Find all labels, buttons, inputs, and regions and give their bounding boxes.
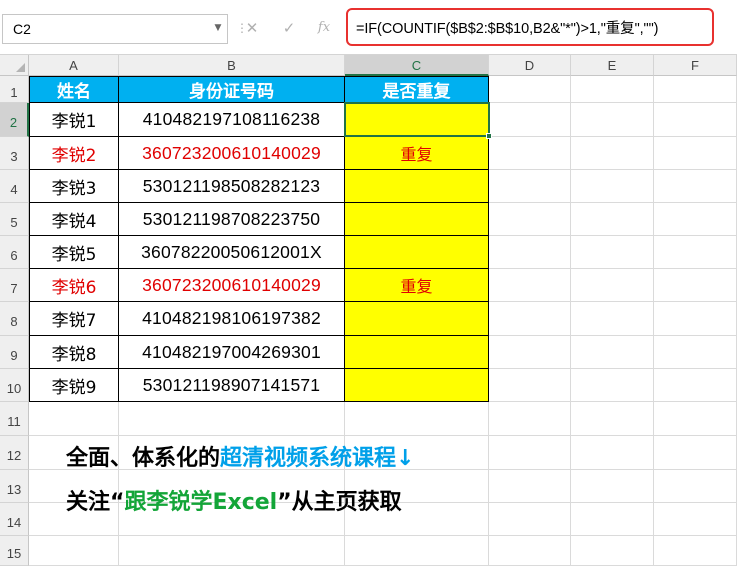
- select-all-corner[interactable]: [0, 55, 29, 76]
- table-cell-id[interactable]: 360723200610140029: [119, 137, 345, 170]
- table-cell-id[interactable]: 410482197108116238: [119, 103, 345, 137]
- table-cell-name[interactable]: 李锐7: [29, 302, 119, 336]
- table-cell-id[interactable]: 530121198508282123: [119, 170, 345, 203]
- formula-input[interactable]: =IF(COUNTIF($B$2:$B$10,B2&"*")>1,"重复",""…: [356, 14, 658, 44]
- promo-line-2: 关注“跟李锐学Excel”从主页获取: [66, 484, 402, 516]
- table-cell-duplicate[interactable]: [345, 170, 489, 203]
- row-header-7[interactable]: 7: [0, 269, 29, 302]
- row-header-15[interactable]: 15: [0, 536, 29, 566]
- table-cell-name[interactable]: 李锐3: [29, 170, 119, 203]
- enter-icon[interactable]: ✓: [277, 14, 301, 44]
- row-header-13[interactable]: 13: [0, 470, 29, 503]
- down-arrow-icon: ↓: [396, 446, 415, 471]
- table-cell-duplicate[interactable]: 重复: [345, 269, 489, 302]
- row-header-4[interactable]: 4: [0, 170, 29, 203]
- table-cell-name[interactable]: 李锐1: [29, 103, 119, 137]
- row-header-12[interactable]: 12: [0, 436, 29, 470]
- row-header-2[interactable]: 2: [0, 103, 29, 137]
- table-cell-duplicate[interactable]: 重复: [345, 137, 489, 170]
- table-cell-duplicate[interactable]: [345, 336, 489, 369]
- column-header-e[interactable]: E: [571, 55, 654, 76]
- gridline-horizontal: [29, 535, 737, 536]
- select-all-icon: [16, 63, 25, 72]
- table-cell-id[interactable]: 410482197004269301: [119, 336, 345, 369]
- row-header-9[interactable]: 9: [0, 336, 29, 369]
- promo-line-1-text: 全面、体系化的: [66, 446, 221, 471]
- chevron-down-icon[interactable]: ▼: [208, 14, 228, 44]
- row-header-10[interactable]: 10: [0, 369, 29, 402]
- table-cell-name[interactable]: 李锐9: [29, 369, 119, 402]
- table-cell-duplicate[interactable]: [345, 302, 489, 336]
- active-cell-selection: [344, 102, 490, 137]
- header-cell-duplicate[interactable]: 是否重复: [345, 76, 489, 103]
- header-cell-name[interactable]: 姓名: [29, 76, 119, 103]
- table-cell-id[interactable]: 530121198907141571: [119, 369, 345, 402]
- table-cell-name[interactable]: 李锐4: [29, 203, 119, 236]
- row-header-3[interactable]: 3: [0, 137, 29, 170]
- row-header-11[interactable]: 11: [0, 402, 29, 436]
- insert-function-icon[interactable]: fx: [312, 14, 336, 44]
- header-cell-id[interactable]: 身份证号码: [119, 76, 345, 103]
- name-box[interactable]: C2: [2, 14, 228, 44]
- cancel-icon[interactable]: ✕: [240, 14, 264, 44]
- row-header-14[interactable]: 14: [0, 503, 29, 536]
- table-cell-id[interactable]: 36078220050612001X: [119, 236, 345, 269]
- column-header-f[interactable]: F: [654, 55, 737, 76]
- row-header-5[interactable]: 5: [0, 203, 29, 236]
- promo-line-2-highlight: 跟李锐学Excel: [124, 490, 278, 515]
- promo-line-1-highlight: 超清视频系统课程: [220, 446, 397, 471]
- row-header-1[interactable]: 1: [0, 76, 29, 103]
- table-cell-duplicate[interactable]: [345, 369, 489, 402]
- gridline-horizontal: [29, 435, 737, 436]
- fill-handle[interactable]: [486, 133, 492, 139]
- row-header-8[interactable]: 8: [0, 302, 29, 336]
- table-cell-name[interactable]: 李锐6: [29, 269, 119, 302]
- table-cell-id[interactable]: 410482198106197382: [119, 302, 345, 336]
- promo-line-1: 全面、体系化的超清视频系统课程↓: [66, 440, 414, 472]
- row-header-6[interactable]: 6: [0, 236, 29, 269]
- column-header-c[interactable]: C: [345, 55, 489, 76]
- gridline-vertical: [570, 76, 571, 566]
- promo-line-2-text-b: ”从主页获取: [277, 490, 402, 515]
- table-cell-name[interactable]: 李锐8: [29, 336, 119, 369]
- table-cell-duplicate[interactable]: [345, 236, 489, 269]
- table-cell-name[interactable]: 李锐2: [29, 137, 119, 170]
- table-cell-id[interactable]: 530121198708223750: [119, 203, 345, 236]
- promo-line-2-text-a: 关注“: [66, 490, 125, 515]
- column-header-a[interactable]: A: [29, 55, 119, 76]
- column-header-b[interactable]: B: [119, 55, 345, 76]
- table-cell-name[interactable]: 李锐5: [29, 236, 119, 269]
- table-cell-id[interactable]: 360723200610140029: [119, 269, 345, 302]
- column-header-d[interactable]: D: [489, 55, 571, 76]
- gridline-vertical: [653, 76, 654, 566]
- table-cell-duplicate[interactable]: [345, 203, 489, 236]
